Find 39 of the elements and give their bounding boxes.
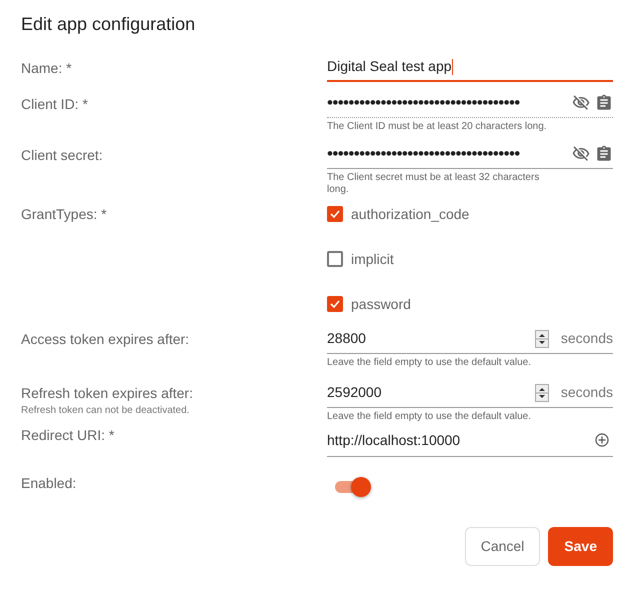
password-field[interactable]: ••••••••••••••••••••••••••••••••••••	[327, 140, 613, 169]
checkbox[interactable]	[327, 251, 343, 268]
unit-label: seconds	[560, 329, 613, 348]
field-label: Name: *	[21, 58, 73, 78]
spinner-icon[interactable]	[534, 330, 549, 348]
checkbox-label[interactable]: password	[351, 294, 411, 315]
hint-text: Leave the field empty to use the default value.	[327, 410, 532, 423]
save-button[interactable]: Save	[548, 526, 613, 566]
number-field[interactable]: 28800	[327, 324, 549, 353]
check-icon	[329, 298, 341, 310]
unit-label: seconds	[560, 383, 613, 402]
checkbox-label[interactable]: authorization_code	[351, 204, 470, 225]
add-icon[interactable]	[595, 433, 609, 448]
spinner-icon[interactable]	[534, 384, 549, 402]
checkbox-label[interactable]: implicit	[351, 248, 394, 270]
hint-text: The Client ID must be at least 20 characters long.	[327, 120, 548, 133]
clipboard-icon[interactable]	[595, 145, 613, 164]
eye-off-icon[interactable]	[571, 94, 591, 112]
checkbox[interactable]	[327, 206, 343, 222]
dialog-title: Edit app configuration	[21, 14, 196, 36]
number-field[interactable]: 2592000	[327, 378, 549, 407]
eye-off-icon[interactable]	[571, 145, 591, 164]
field-label: Enabled:	[21, 474, 78, 493]
password-field[interactable]: ••••••••••••••••••••••••••••••••••••	[327, 90, 613, 118]
field-label: Refresh token expires after:	[21, 384, 194, 403]
field-label: Access token expires after:	[21, 330, 190, 349]
field-note: Refresh token can not be deactivated.	[21, 404, 190, 418]
hint-text: Leave the field empty to use the default value.	[327, 356, 532, 369]
check-icon	[329, 208, 341, 220]
text-field[interactable]: Digital Seal test app	[327, 54, 613, 82]
cancel-button[interactable]: Cancel	[464, 526, 540, 566]
field-label: GrantTypes: *	[21, 204, 108, 224]
field-label: Client secret:	[21, 146, 104, 165]
clipboard-icon[interactable]	[595, 94, 613, 112]
uri-field[interactable]: http://localhost:10000	[327, 424, 613, 457]
field-label: Client ID: *	[21, 94, 89, 114]
checkbox[interactable]	[327, 296, 343, 312]
field-label: Redirect URI: *	[21, 426, 116, 445]
hint-text: The Client secret must be at least 32 characters long.	[327, 172, 540, 196]
